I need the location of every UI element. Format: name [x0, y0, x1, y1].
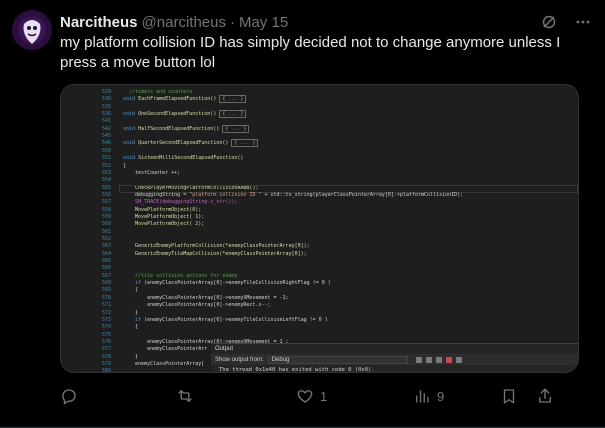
- line-number: 580: [101, 368, 111, 373]
- views-button[interactable]: 9: [413, 387, 444, 405]
- output-prev-icon[interactable]: [435, 356, 442, 363]
- output-source-select[interactable]: Debug: [267, 355, 408, 364]
- tweet-text: my platform collision ID has simply deci…: [60, 34, 561, 71]
- output-clear-icon[interactable]: [445, 356, 452, 363]
- user-handle[interactable]: @narcitheus: [142, 14, 226, 31]
- output-panel: Output Show output from: Debug The threa…: [211, 343, 578, 373]
- like-count: 1: [320, 388, 328, 404]
- retweet-icon: [178, 390, 192, 402]
- views-icon: [416, 390, 429, 403]
- display-name[interactable]: Narcitheus: [60, 14, 138, 31]
- more-options-icon[interactable]: [573, 12, 593, 32]
- collapsed-block[interactable]: { ... }: [219, 95, 247, 104]
- like-button[interactable]: 1: [296, 387, 327, 405]
- views-count: 9: [437, 388, 445, 404]
- attached-screenshot[interactable]: 529 //timers and counters 530 void EachFra…: [60, 84, 579, 373]
- output-next-icon[interactable]: [425, 356, 432, 363]
- output-panel-title: Output: [215, 346, 234, 352]
- output-toolbar: Show output from: Debug: [211, 354, 578, 365]
- output-wrap-icon[interactable]: [455, 356, 462, 363]
- output-text: The thread 0x1e40 has exited with code 0…: [219, 367, 375, 373]
- reply-icon: [62, 389, 76, 405]
- collapsed-block[interactable]: { ... }: [222, 124, 250, 133]
- avatar[interactable]: [12, 10, 52, 50]
- tweet-header: Narcitheus @narcitheus · May 15: [60, 12, 593, 32]
- bookmark-icon: [503, 389, 515, 404]
- collapsed-block[interactable]: { ... }: [231, 139, 259, 148]
- output-source-label: Show output from:: [215, 356, 264, 363]
- share-icon: [539, 388, 551, 403]
- retweet-button[interactable]: [176, 387, 200, 405]
- collapsed-block[interactable]: { ... }: [219, 110, 247, 119]
- separator-dot: ·: [229, 13, 235, 31]
- share-button[interactable]: [536, 387, 554, 405]
- reply-button[interactable]: [60, 387, 84, 405]
- post-date[interactable]: May 15: [239, 14, 288, 31]
- output-find-icon[interactable]: [415, 356, 422, 363]
- heart-icon: [297, 390, 313, 403]
- bookmark-button[interactable]: [500, 387, 518, 405]
- tweet-actions: 1 9: [60, 386, 590, 406]
- grok-icon[interactable]: [539, 12, 559, 32]
